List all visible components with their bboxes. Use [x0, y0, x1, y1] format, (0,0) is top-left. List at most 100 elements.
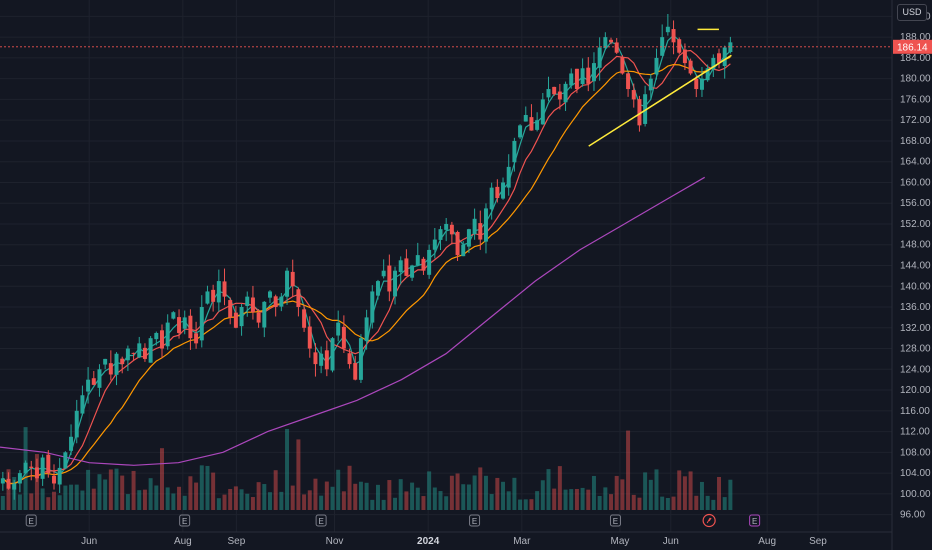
volume-bar [131, 470, 136, 510]
volume-bar [614, 475, 619, 510]
volume-bar [302, 494, 307, 510]
candle-body [324, 350, 329, 370]
candle-body [307, 326, 312, 349]
volume-bar [108, 469, 113, 510]
price-axis[interactable]: 96.00 100.00 104.00 108.00 112.00 116.00 120.0… [891, 0, 932, 550]
volume-bars [0, 427, 733, 510]
candle-body [205, 291, 210, 304]
volume-bar [688, 471, 693, 510]
moving-average-line [2, 49, 731, 485]
price-tick-label: 180.00 [900, 74, 931, 85]
price-tick-label: 104.00 [900, 468, 931, 479]
candle-body [336, 322, 341, 336]
volume-bar [574, 488, 579, 510]
candle-body [182, 317, 187, 329]
volume-bar [250, 497, 255, 510]
volume-bar [296, 439, 301, 510]
candle-body [495, 186, 500, 199]
volume-bar [699, 481, 704, 510]
volume-bar [330, 486, 335, 510]
candle-body [165, 322, 170, 347]
volume-bar [194, 482, 199, 510]
price-tick-label: 116.00 [900, 406, 930, 417]
candle-body [574, 68, 579, 90]
candle-body [245, 296, 250, 306]
event-markers[interactable]: EEEEEE [25, 513, 761, 528]
candle-body [262, 301, 267, 328]
volume-bar [512, 477, 517, 510]
volume-bar [125, 494, 130, 510]
candle-body [63, 452, 68, 469]
candle-body [188, 315, 193, 339]
volume-bar [677, 470, 682, 510]
candle-body [233, 312, 238, 328]
volume-bar [370, 499, 375, 510]
candle-body [103, 358, 108, 365]
volume-bar [222, 494, 227, 510]
price-tick-label: 156.00 [900, 198, 931, 209]
volume-bar [643, 472, 648, 510]
candle-body [569, 73, 574, 86]
volume-bar [711, 499, 716, 510]
volume-bar [387, 480, 392, 510]
last-price-label: 186.14 [897, 42, 928, 53]
candle-body [591, 63, 596, 82]
candle-body [614, 42, 619, 53]
price-tick-label: 120.00 [900, 385, 931, 396]
time-tick-label: May [610, 536, 629, 547]
price-tick-label: 160.00 [900, 177, 931, 188]
candle-body [665, 26, 670, 33]
volume-bar [483, 475, 488, 510]
candle-body [586, 67, 591, 84]
candle-body [302, 309, 307, 328]
volume-bar [682, 476, 687, 510]
volume-bar [182, 495, 187, 510]
volume-bar [626, 430, 631, 510]
volume-bar [648, 479, 653, 510]
volume-bar [137, 490, 142, 510]
candle-body [160, 330, 164, 349]
volume-bar [495, 477, 500, 510]
candle-body [688, 60, 693, 74]
candle-body [427, 249, 432, 275]
volume-bar [86, 469, 91, 510]
volume-bar [290, 485, 295, 510]
candle-body [313, 352, 318, 365]
volume-bar [40, 488, 45, 510]
grid-lines [0, 0, 892, 532]
candle-body [296, 289, 301, 308]
volume-bar [455, 473, 460, 510]
volume-bar [705, 495, 710, 510]
time-tick-label: Jun [663, 536, 679, 547]
volume-bar [285, 428, 290, 510]
candle-body [23, 462, 28, 474]
candle-body [631, 90, 636, 100]
candle-body [211, 289, 216, 302]
volume-bar [398, 479, 403, 510]
candle-body [142, 347, 147, 359]
volume-bar [472, 475, 477, 510]
volume-bar [580, 487, 585, 510]
candle-body [449, 224, 454, 235]
candle-body [444, 223, 449, 230]
volume-bar [427, 471, 432, 510]
time-axis[interactable]: Jun Aug Sep Nov 2024 Mar May Jun Aug Sep [0, 531, 892, 547]
long-moving-average-line [0, 176, 706, 466]
candle-body [597, 47, 602, 68]
volume-bar [319, 495, 324, 510]
candle-body [228, 300, 233, 318]
candle-body [432, 239, 437, 250]
price-tick-label: 128.00 [900, 344, 931, 355]
volume-bar [273, 470, 278, 510]
candle-body [222, 281, 227, 297]
time-tick-label: Aug [174, 536, 192, 547]
volume-bar [529, 499, 534, 510]
earnings-marker-label: E [613, 517, 618, 526]
currency-badge[interactable]: USD [897, 4, 927, 21]
time-tick-label: 2024 [417, 536, 440, 547]
stock-price-chart[interactable]: 96.00 100.00 104.00 108.00 112.00 116.00 120.0… [0, 0, 932, 550]
volume-bar [546, 469, 551, 510]
volume-bar [353, 483, 358, 510]
candle-body [80, 395, 85, 414]
candle-body [194, 333, 199, 344]
